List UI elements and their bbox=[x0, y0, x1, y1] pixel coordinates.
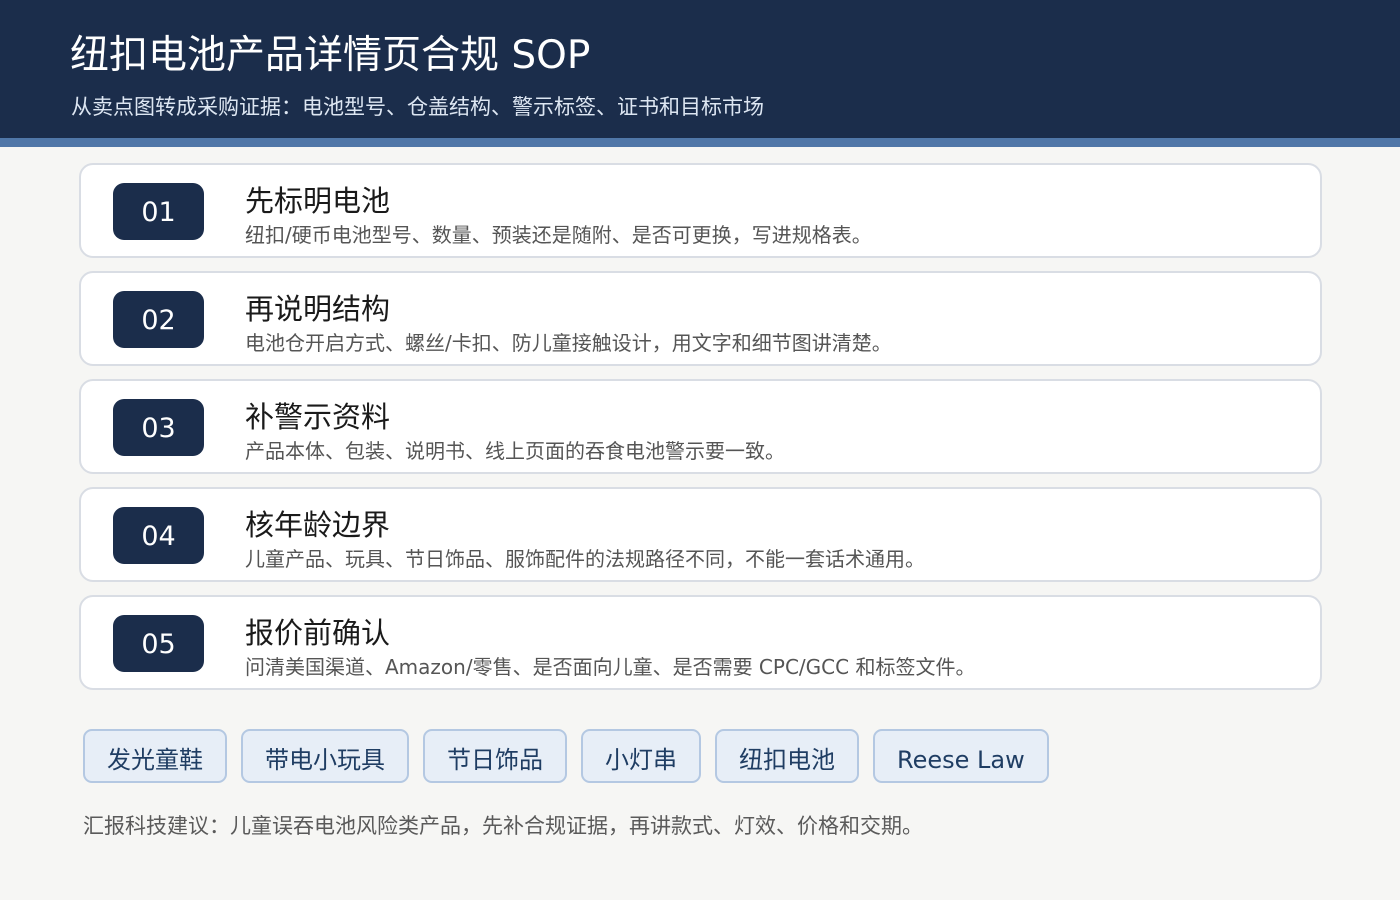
page-header: 纽扣电池产品详情页合规 SOP 从卖点图转成采购证据：电池型号、仓盖结构、警示标… bbox=[0, 0, 1400, 138]
step-description: 电池仓开启方式、螺丝/卡扣、防儿童接触设计，用文字和细节图讲清楚。 bbox=[245, 331, 892, 355]
tag-chip[interactable]: 纽扣电池 bbox=[715, 729, 859, 783]
tag-chip[interactable]: 节日饰品 bbox=[423, 729, 567, 783]
tag-chip[interactable]: Reese Law bbox=[873, 729, 1049, 783]
sop-step-card: 05 报价前确认 问清美国渠道、Amazon/零售、是否面向儿童、是否需要 CP… bbox=[79, 595, 1322, 690]
step-description: 儿童产品、玩具、节日饰品、服饰配件的法规路径不同，不能一套话术通用。 bbox=[245, 547, 925, 571]
tag-chip[interactable]: 带电小玩具 bbox=[241, 729, 409, 783]
step-title: 报价前确认 bbox=[245, 616, 391, 650]
page-title: 纽扣电池产品详情页合规 SOP bbox=[70, 33, 591, 78]
sop-step-card: 02 再说明结构 电池仓开启方式、螺丝/卡扣、防儿童接触设计，用文字和细节图讲清… bbox=[79, 271, 1322, 366]
tag-list: 发光童鞋 带电小玩具 节日饰品 小灯串 纽扣电池 Reese Law bbox=[83, 729, 1063, 783]
step-number-badge: 03 bbox=[113, 399, 204, 456]
sop-step-card: 04 核年龄边界 儿童产品、玩具、节日饰品、服饰配件的法规路径不同，不能一套话术… bbox=[79, 487, 1322, 582]
tag-chip[interactable]: 发光童鞋 bbox=[83, 729, 227, 783]
footer-note: 汇报科技建议：儿童误吞电池风险类产品，先补合规证据，再讲款式、灯效、价格和交期。 bbox=[83, 814, 923, 838]
step-title: 核年龄边界 bbox=[245, 508, 391, 542]
header-accent-stripe bbox=[0, 138, 1400, 147]
step-description: 纽扣/硬币电池型号、数量、预装还是随附、是否可更换，写进规格表。 bbox=[245, 223, 872, 247]
step-number-badge: 02 bbox=[113, 291, 204, 348]
step-title: 再说明结构 bbox=[245, 292, 391, 326]
step-description: 产品本体、包装、说明书、线上页面的吞食电池警示要一致。 bbox=[245, 439, 785, 463]
step-number-badge: 05 bbox=[113, 615, 204, 672]
step-title: 先标明电池 bbox=[245, 184, 391, 218]
page-subtitle: 从卖点图转成采购证据：电池型号、仓盖结构、警示标签、证书和目标市场 bbox=[71, 95, 764, 119]
step-number-badge: 01 bbox=[113, 183, 204, 240]
tag-chip[interactable]: 小灯串 bbox=[581, 729, 701, 783]
step-title: 补警示资料 bbox=[245, 400, 391, 434]
step-description: 问清美国渠道、Amazon/零售、是否面向儿童、是否需要 CPC/GCC 和标签… bbox=[245, 655, 976, 679]
sop-step-list: 01 先标明电池 纽扣/硬币电池型号、数量、预装还是随附、是否可更换，写进规格表… bbox=[79, 163, 1322, 703]
sop-step-card: 03 补警示资料 产品本体、包装、说明书、线上页面的吞食电池警示要一致。 bbox=[79, 379, 1322, 474]
sop-step-card: 01 先标明电池 纽扣/硬币电池型号、数量、预装还是随附、是否可更换，写进规格表… bbox=[79, 163, 1322, 258]
step-number-badge: 04 bbox=[113, 507, 204, 564]
